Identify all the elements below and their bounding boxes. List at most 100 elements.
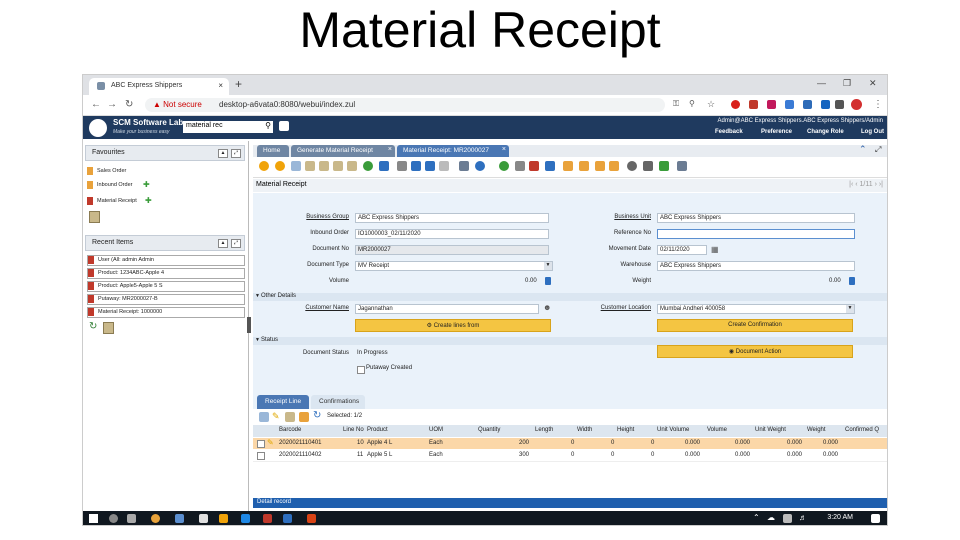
recent-item[interactable]: Product: Apple5-Apple 5 S xyxy=(87,281,245,292)
extension-icon[interactable] xyxy=(749,100,758,109)
column-header[interactable]: Weight xyxy=(807,427,826,433)
column-header[interactable]: Width xyxy=(577,427,592,433)
delete-icon[interactable] xyxy=(285,412,295,422)
zoom-icon[interactable]: ⚲ xyxy=(689,99,695,108)
windows-start-icon[interactable] xyxy=(89,514,98,523)
add-icon[interactable] xyxy=(259,412,269,422)
checklist-icon[interactable] xyxy=(659,161,669,171)
status-section[interactable]: ▼ Status xyxy=(253,337,887,345)
new-tab-button[interactable]: + xyxy=(235,77,242,91)
save-icon[interactable] xyxy=(299,412,309,422)
tray-chevron-icon[interactable]: ⌃ xyxy=(753,513,760,522)
new-record-icon[interactable] xyxy=(291,161,301,171)
expand-icon[interactable]: ⤢ xyxy=(231,239,241,248)
profile-avatar[interactable] xyxy=(851,99,862,110)
calculator-icon[interactable] xyxy=(849,277,855,285)
document-no-field[interactable]: MR2000027 xyxy=(355,245,549,255)
chevron-up-icon[interactable]: ⌃ xyxy=(859,144,867,155)
back-icon[interactable]: ← xyxy=(91,99,101,110)
notifications-icon[interactable] xyxy=(871,514,880,523)
recent-item[interactable]: Product: 1234ABC-Apple 4 xyxy=(87,268,245,279)
workflow-icon[interactable] xyxy=(579,161,589,171)
add-icon[interactable]: ✚ xyxy=(143,180,150,189)
app-icon[interactable] xyxy=(219,514,228,523)
refresh-icon[interactable]: ↻ xyxy=(89,321,97,332)
app-icon[interactable] xyxy=(263,514,272,523)
link-icon[interactable] xyxy=(563,161,573,171)
expand-icon[interactable]: ⤢ xyxy=(231,149,241,158)
other-details-section[interactable]: ▼ Other Details xyxy=(253,293,887,301)
edit-icon[interactable]: ✎ xyxy=(267,438,274,447)
detail-record-bar[interactable]: Detail record xyxy=(253,498,887,508)
extension-icon[interactable] xyxy=(767,100,776,109)
app-icon[interactable] xyxy=(199,514,208,523)
column-header[interactable]: Barcode xyxy=(279,427,301,433)
chrome-icon[interactable] xyxy=(151,514,160,523)
row-checkbox[interactable] xyxy=(257,452,265,460)
reload-icon[interactable]: ↻ xyxy=(125,99,133,110)
warehouse-field[interactable]: ABC Express Shippers xyxy=(657,261,855,271)
column-header[interactable]: Volume xyxy=(707,427,727,433)
trash-icon[interactable] xyxy=(103,322,114,334)
archive-icon[interactable] xyxy=(529,161,539,171)
customer-name-field[interactable]: Jagannathan xyxy=(355,304,539,314)
user-info[interactable]: Admin@ABC Express Shippers.ABC Express S… xyxy=(718,118,884,124)
column-header[interactable]: Length xyxy=(535,427,553,433)
attachment-icon[interactable] xyxy=(397,161,407,171)
maximize-icon[interactable]: ❐ xyxy=(843,78,851,89)
table-row[interactable]: ✎ 2020021110401 10 Apple 4 L Each 200 0 … xyxy=(253,438,887,449)
close-tab-icon[interactable]: × xyxy=(218,81,223,90)
extension-icon[interactable] xyxy=(785,100,794,109)
star-icon[interactable]: ☆ xyxy=(707,99,715,110)
app-icon[interactable] xyxy=(307,514,316,523)
logout-link[interactable]: Log Out xyxy=(861,129,884,135)
extension-icon[interactable] xyxy=(835,100,844,109)
customer-location-select[interactable]: Mumbai Andheri 400058 ▼ xyxy=(657,304,855,314)
search-icon[interactable]: ⚲ xyxy=(265,121,271,130)
history-icon[interactable] xyxy=(439,161,449,171)
delete-icon[interactable] xyxy=(319,161,329,171)
browser-tab[interactable]: ABC Express Shippers × xyxy=(89,78,229,95)
forward-icon[interactable]: → xyxy=(107,99,117,110)
column-header[interactable]: Confirmed Q xyxy=(845,427,879,433)
global-search-input[interactable]: material rec ⚲ xyxy=(183,121,273,133)
close-tab-icon[interactable]: × xyxy=(388,146,392,153)
minimize-icon[interactable]: — xyxy=(817,78,826,88)
change-role-link[interactable]: Change Role xyxy=(807,129,844,135)
copy-icon[interactable] xyxy=(305,161,315,171)
save-new-icon[interactable] xyxy=(347,161,357,171)
create-lines-from-button[interactable]: ⚙ Create lines from xyxy=(355,319,551,332)
collapse-panel-handle[interactable] xyxy=(247,317,251,333)
putaway-created-checkbox[interactable] xyxy=(357,366,365,374)
cloud-icon[interactable]: ☁ xyxy=(767,513,775,522)
column-header[interactable]: Quantity xyxy=(478,427,500,433)
close-tab-icon[interactable]: × xyxy=(502,146,506,153)
app-icon[interactable] xyxy=(283,514,292,523)
favourite-item-sales-order[interactable]: Sales Order xyxy=(87,167,243,176)
extension-icon[interactable] xyxy=(821,100,830,109)
tab-receipt-line[interactable]: Receipt Line xyxy=(257,395,309,409)
recent-item[interactable]: User (All: admin Admin xyxy=(87,255,245,266)
chevron-down-icon[interactable]: ▼ xyxy=(846,305,854,313)
app-icon[interactable] xyxy=(175,514,184,523)
customize-icon[interactable] xyxy=(643,161,653,171)
search-icon[interactable] xyxy=(109,514,118,523)
feedback-link[interactable]: Feedback xyxy=(715,129,743,135)
person-icon[interactable]: ☻ xyxy=(543,303,551,312)
column-header[interactable]: Unit Weight xyxy=(755,427,786,433)
extension-icon[interactable] xyxy=(803,100,812,109)
grid-toggle-icon[interactable] xyxy=(425,161,435,171)
favourite-item-material-receipt[interactable]: Material Receipt ✚ xyxy=(87,196,243,206)
collapse-icon[interactable]: ▲ xyxy=(218,239,228,248)
navigate-down-icon[interactable] xyxy=(475,161,485,171)
find-icon[interactable] xyxy=(379,161,389,171)
refresh-icon[interactable]: ↻ xyxy=(313,410,321,421)
row-checkbox[interactable] xyxy=(257,440,265,448)
key-icon[interactable]: ⚿ xyxy=(673,99,679,109)
zoom-across-icon[interactable] xyxy=(459,161,469,171)
network-icon[interactable] xyxy=(783,514,792,523)
recent-item[interactable]: Material Receipt: 1000000 xyxy=(87,307,245,318)
column-header[interactable]: Height xyxy=(617,427,634,433)
tab-home[interactable]: Home xyxy=(257,145,289,157)
chat-icon[interactable] xyxy=(411,161,421,171)
